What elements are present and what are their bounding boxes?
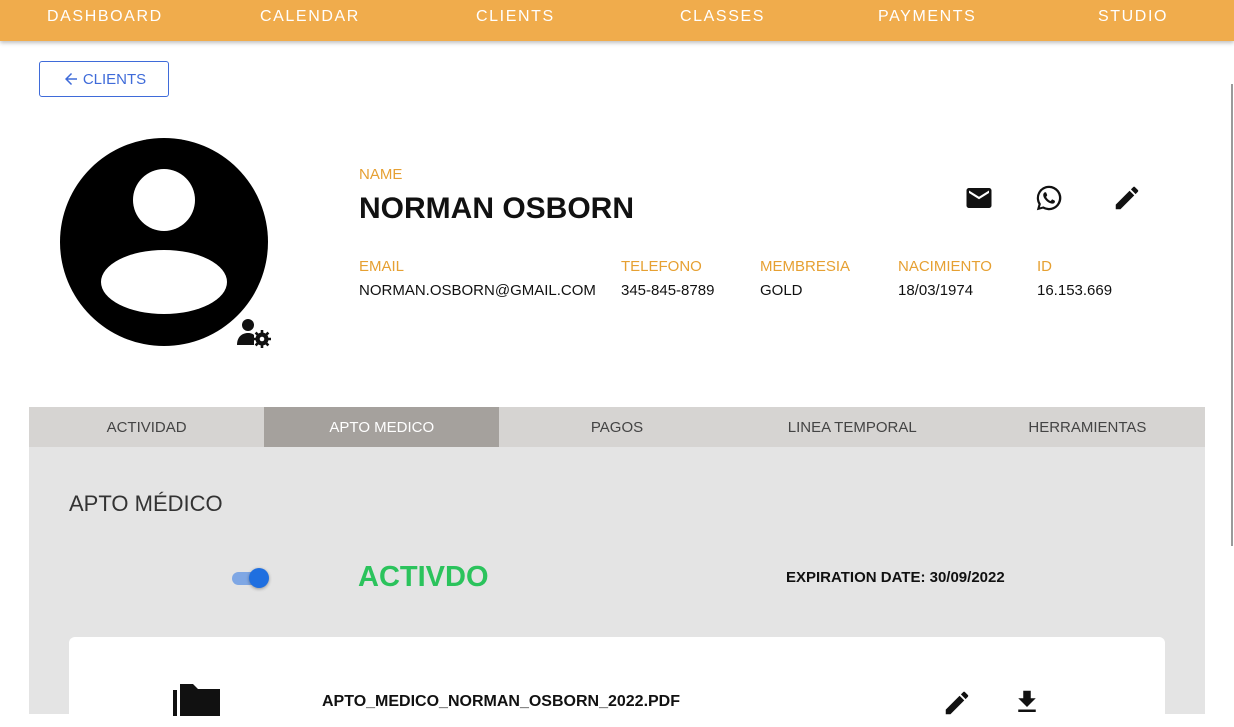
telefono-value: 345-845-8789 <box>621 282 715 299</box>
download-icon[interactable] <box>1012 687 1042 717</box>
back-to-clients-button[interactable]: CLIENTS <box>39 61 169 97</box>
status-text: ACTIVDO <box>358 561 489 593</box>
page-scrollbar[interactable] <box>1231 84 1233 546</box>
nav-studio[interactable]: STUDIO <box>1098 8 1168 26</box>
tab-actividad[interactable]: ACTIVIDAD <box>29 407 264 447</box>
tab-herramientas[interactable]: HERRAMIENTAS <box>970 407 1205 447</box>
nav-calendar[interactable]: CALENDAR <box>260 8 360 26</box>
nacimiento-value: 18/03/1974 <box>898 282 974 299</box>
nav-classes[interactable]: CLASSES <box>680 8 765 26</box>
avatar <box>60 138 268 346</box>
apto-medico-toggle[interactable] <box>231 567 271 589</box>
nav-dashboard[interactable]: DASHBOARD <box>47 8 163 26</box>
whatsapp-icon[interactable] <box>1034 183 1064 213</box>
profile-tabs: ACTIVIDAD APTO MEDICO PAGOS LINEA TEMPOR… <box>29 407 1205 447</box>
nacimiento-label: NACIMIENTO <box>898 258 992 275</box>
telefono-label: TELEFONO <box>621 258 702 275</box>
nav-clients[interactable]: CLIENTS <box>476 8 555 26</box>
nav-payments[interactable]: PAYMENTS <box>878 8 976 26</box>
back-button-label: CLIENTS <box>82 70 147 88</box>
toggle-thumb <box>249 568 269 588</box>
tab-linea-temporal[interactable]: LINEA TEMPORAL <box>735 407 970 447</box>
edit-icon[interactable] <box>1112 183 1142 213</box>
email-label: EMAIL <box>359 258 405 275</box>
id-label: ID <box>1037 258 1052 275</box>
folder-icon[interactable] <box>173 680 221 716</box>
id-value: 16.153.669 <box>1037 282 1113 299</box>
file-name: APTO_MEDICO_NORMAN_OSBORN_2022.PDF <box>322 693 681 710</box>
user-settings-icon[interactable] <box>236 318 272 348</box>
section-title: APTO MÉDICO <box>69 491 223 516</box>
expiration-date: EXPIRATION DATE: 30/09/2022 <box>786 569 1005 586</box>
email-value: NORMAN.OSBORN@GMAIL.COM <box>359 282 596 299</box>
tab-apto-medico[interactable]: APTO MEDICO <box>264 407 500 447</box>
arrow-left-icon <box>64 73 77 85</box>
membresia-value: GOLD <box>760 282 803 299</box>
top-navigation: DASHBOARD CALENDAR CLIENTS CLASSES PAYME… <box>0 0 1234 41</box>
membresia-label: MEMBRESIA <box>760 258 851 275</box>
mail-icon[interactable] <box>964 183 994 213</box>
tab-pagos[interactable]: PAGOS <box>499 407 734 447</box>
client-name: NORMAN OSBORN <box>359 192 634 225</box>
name-label: NAME <box>359 166 403 183</box>
